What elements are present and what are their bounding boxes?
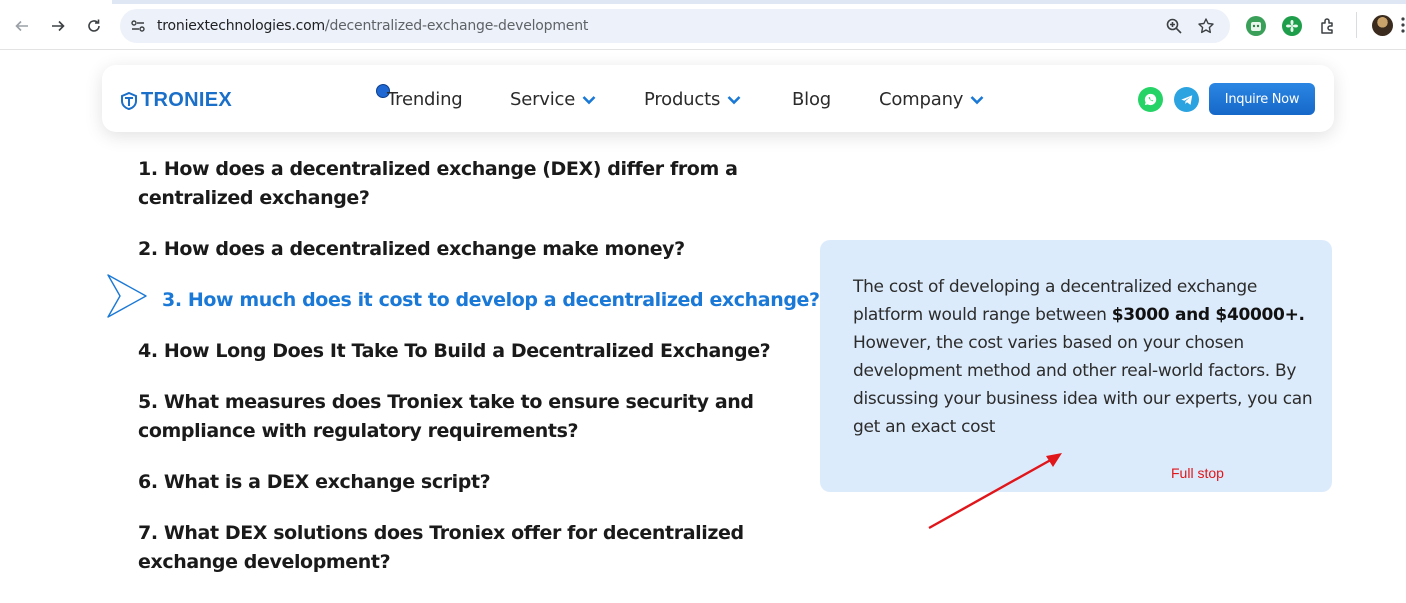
- troniex-logo[interactable]: TRONIEX: [120, 89, 232, 112]
- url-text[interactable]: troniextechnologies.com/decentralized-ex…: [157, 18, 588, 34]
- chevron-down-icon: [582, 95, 596, 104]
- whatsapp-icon[interactable]: [1138, 87, 1163, 112]
- nav-label: Blog: [792, 89, 831, 110]
- answer-text-rest: However, the cost varies based on your c…: [853, 333, 1313, 437]
- answer-text: The cost of developing a decentralized e…: [853, 273, 1313, 441]
- chevron-down-icon: [727, 95, 741, 104]
- bookmark-star-icon[interactable]: [1197, 17, 1215, 35]
- answer-cost-range: $3000 and $40000+.: [1111, 305, 1305, 325]
- extension-robot-icon[interactable]: [1246, 16, 1266, 36]
- toolbar-divider: [1356, 12, 1357, 38]
- url-host: troniextechnologies.com: [157, 18, 325, 34]
- arrow-left-icon: [15, 20, 28, 32]
- url-path: /decentralized-exchange-development: [324, 18, 589, 34]
- shield-logo-icon: [121, 91, 137, 110]
- nav-company[interactable]: Company: [879, 89, 984, 110]
- inquire-now-button[interactable]: Inquire Now: [1209, 83, 1315, 115]
- more-menu-icon[interactable]: [1401, 16, 1405, 34]
- annotation-arrow: [928, 453, 1062, 530]
- faq-item-5[interactable]: 5. What measures does Troniex take to en…: [138, 388, 808, 446]
- forward-button[interactable]: [46, 14, 70, 38]
- faq-item-3-active[interactable]: 3. How much does it cost to develop a de…: [162, 286, 832, 315]
- browser-toolbar: troniextechnologies.com/decentralized-ex…: [0, 0, 1406, 50]
- zoom-icon[interactable]: [1165, 17, 1183, 35]
- nav-service[interactable]: Service: [510, 89, 596, 110]
- chevron-down-icon: [970, 95, 984, 104]
- address-bar[interactable]: troniextechnologies.com/decentralized-ex…: [120, 9, 1230, 43]
- nav-blog[interactable]: Blog: [792, 89, 831, 110]
- tab-strip: [0, 0, 1406, 4]
- telegram-icon[interactable]: [1174, 87, 1199, 112]
- nav-products[interactable]: Products: [644, 89, 741, 110]
- nav-label: Service: [510, 89, 576, 110]
- nav-trending[interactable]: Trending: [387, 89, 463, 110]
- extension-clover-icon[interactable]: [1282, 16, 1302, 36]
- site-settings-icon[interactable]: [130, 18, 146, 34]
- profile-avatar[interactable]: [1372, 15, 1393, 36]
- faq-item-7[interactable]: 7. What DEX solutions does Troniex offer…: [138, 519, 808, 577]
- active-arrow-icon: [107, 274, 147, 318]
- reload-icon: [88, 19, 100, 32]
- logo-text: TRONIEX: [141, 89, 232, 111]
- reload-button[interactable]: [82, 14, 106, 38]
- faq-item-2[interactable]: 2. How does a decentralized exchange mak…: [138, 235, 808, 264]
- faq-item-1[interactable]: 1. How does a decentralized exchange (DE…: [138, 155, 808, 213]
- site-header: TRONIEX Trending Service Products Blog C…: [102, 65, 1334, 132]
- back-button[interactable]: [10, 14, 34, 38]
- nav-label: Company: [879, 89, 964, 110]
- annotation-label: Full stop: [1171, 465, 1224, 481]
- arrow-right-icon: [52, 20, 65, 32]
- extensions-puzzle-icon[interactable]: [1318, 16, 1338, 36]
- nav-label: Products: [644, 89, 721, 110]
- faq-item-6[interactable]: 6. What is a DEX exchange script?: [138, 468, 808, 497]
- nav-label: Trending: [387, 89, 463, 110]
- faq-item-4[interactable]: 4. How Long Does It Take To Build a Dece…: [138, 337, 808, 366]
